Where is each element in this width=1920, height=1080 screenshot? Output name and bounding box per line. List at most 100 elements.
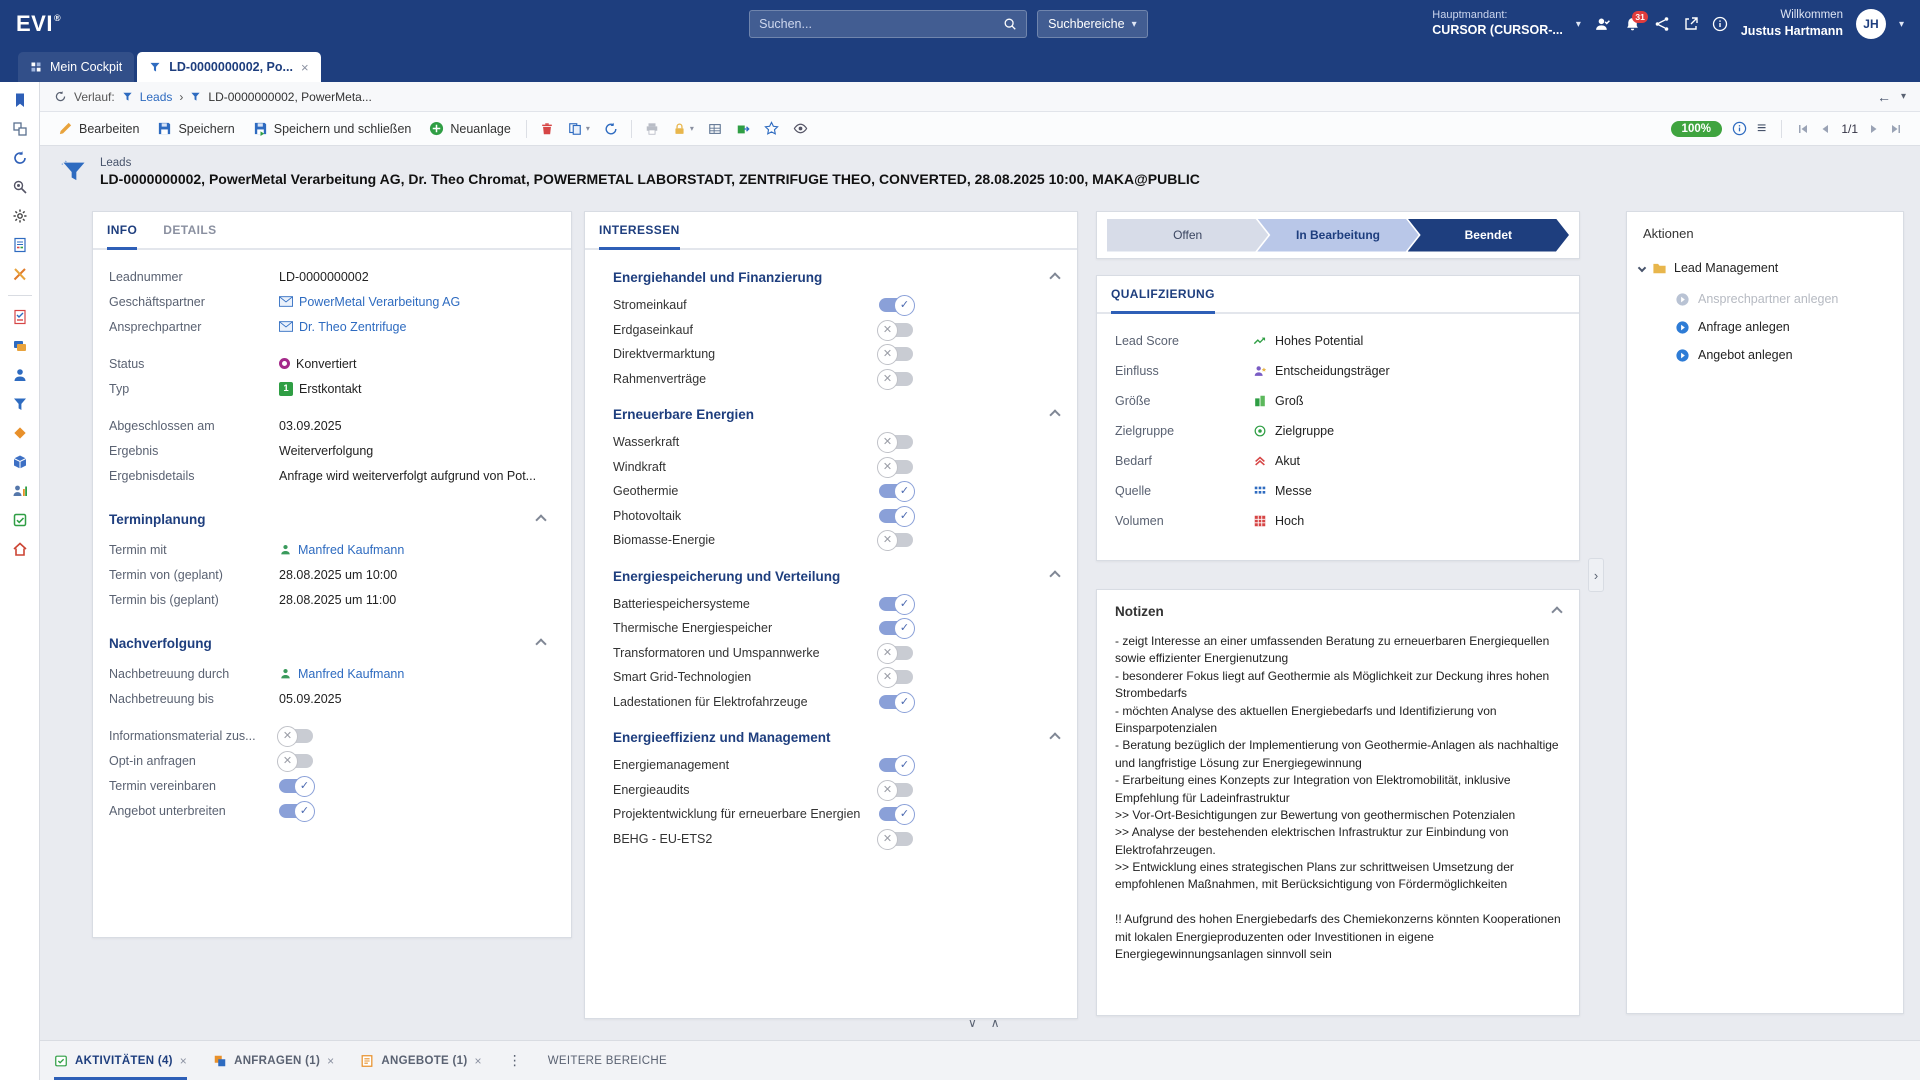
- bottom-tab-anfragen[interactable]: ANFRAGEN (1) ×: [213, 1041, 334, 1080]
- open-window-icon[interactable]: [1683, 16, 1699, 32]
- toggle-windkraft[interactable]: [879, 460, 913, 474]
- settings-gear-icon[interactable]: [12, 208, 28, 224]
- lock-button[interactable]: ▾: [667, 116, 700, 142]
- collapse-icon[interactable]: [1049, 732, 1060, 743]
- collapse-icon[interactable]: [535, 638, 546, 649]
- bottom-tab-angebote[interactable]: ANGEBOTE (1) ×: [360, 1041, 481, 1080]
- collapse-icon[interactable]: [1551, 606, 1562, 617]
- toggle-termin-vereinbaren[interactable]: [279, 779, 313, 793]
- menu-icon[interactable]: ≡: [1757, 120, 1766, 138]
- section-nachverfolgung[interactable]: Nachverfolgung: [109, 636, 553, 651]
- leads-funnel-icon[interactable]: [12, 396, 28, 412]
- toggle-transformatoren[interactable]: [879, 646, 913, 660]
- bookmark-icon[interactable]: [12, 92, 28, 108]
- section-energiehandel[interactable]: Energiehandel und Finanzierung: [613, 270, 1061, 285]
- panel-expander[interactable]: ›: [1588, 558, 1604, 592]
- step-offen[interactable]: Offen: [1107, 219, 1268, 252]
- client-selector[interactable]: Hauptmandant: CURSOR (CURSOR-...: [1432, 9, 1563, 38]
- tab-mein-cockpit[interactable]: Mein Cockpit: [18, 52, 134, 82]
- search-config-icon[interactable]: [12, 179, 28, 195]
- print-button[interactable]: [639, 116, 665, 142]
- collapse-icon[interactable]: [1049, 409, 1060, 420]
- close-icon[interactable]: ×: [327, 1054, 334, 1068]
- delete-button[interactable]: [534, 116, 560, 142]
- close-icon[interactable]: ×: [180, 1054, 187, 1068]
- toggle-erdgaseinkauf[interactable]: [879, 323, 913, 337]
- step-beendet[interactable]: Beendet: [1408, 219, 1569, 252]
- toggle-optin[interactable]: [279, 754, 313, 768]
- breadcrumb-leads[interactable]: Leads: [140, 90, 173, 104]
- info-icon[interactable]: [1712, 16, 1728, 32]
- last-page-icon[interactable]: [1890, 123, 1902, 135]
- toggle-rahmenvertraege[interactable]: [879, 372, 913, 386]
- edit-button[interactable]: Bearbeiten: [50, 116, 147, 142]
- contacts-icon[interactable]: [12, 338, 28, 354]
- avatar[interactable]: JH: [1856, 9, 1886, 39]
- history-sync-icon[interactable]: [12, 150, 28, 166]
- new-record-button[interactable]: Neuanlage: [421, 116, 518, 142]
- scroll-down-icon[interactable]: ∨: [968, 1016, 977, 1030]
- geschaeftspartner-link[interactable]: PowerMetal Verarbeitung AG: [299, 295, 460, 309]
- section-energiespeicherung[interactable]: Energiespeicherung und Verteilung: [613, 569, 1061, 584]
- scroll-up-icon[interactable]: ∧: [991, 1016, 1000, 1030]
- tools-icon[interactable]: [12, 266, 28, 282]
- info-icon[interactable]: [1732, 121, 1747, 136]
- tree-lead-management[interactable]: Lead Management: [1639, 255, 1891, 281]
- section-erneuerbare[interactable]: Erneuerbare Energien: [613, 407, 1061, 422]
- toggle-smart-grid[interactable]: [879, 670, 913, 684]
- search-areas-button[interactable]: Suchbereiche ▾: [1037, 10, 1147, 38]
- termin-mit-link[interactable]: Manfred Kaufmann: [298, 543, 404, 557]
- toggle-thermische-speicher[interactable]: [879, 621, 913, 635]
- global-search-box[interactable]: [749, 10, 1027, 38]
- history-icon[interactable]: [54, 90, 67, 103]
- toggle-energieaudits[interactable]: [879, 783, 913, 797]
- collapse-icon[interactable]: [1049, 272, 1060, 283]
- ansprechpartner-link[interactable]: Dr. Theo Zentrifuge: [299, 320, 406, 334]
- user-status-icon[interactable]: [1594, 16, 1611, 33]
- save-close-button[interactable]: Speichern und schließen: [245, 116, 420, 142]
- expand-corner-icon[interactable]: [1560, 215, 1571, 226]
- copy-button[interactable]: ▾: [562, 116, 596, 142]
- bell-icon[interactable]: 31: [1624, 16, 1641, 33]
- chevron-down-icon[interactable]: ▾: [1901, 91, 1906, 102]
- notizen-header[interactable]: Notizen: [1115, 604, 1561, 619]
- export-button[interactable]: [730, 116, 756, 142]
- chevron-down-icon[interactable]: ▾: [1576, 19, 1581, 30]
- nachbetreuung-link[interactable]: Manfred Kaufmann: [298, 667, 404, 681]
- home-alert-icon[interactable]: [12, 541, 28, 557]
- toggle-energiemanagement[interactable]: [879, 758, 913, 772]
- visibility-eye-icon[interactable]: [787, 116, 814, 142]
- lead-document-icon[interactable]: [12, 309, 28, 325]
- tab-qualifizierung[interactable]: QUALIFZIERUNG: [1111, 276, 1215, 314]
- tab-interessen[interactable]: INTERESSEN: [599, 212, 680, 250]
- collapse-icon[interactable]: [535, 514, 546, 525]
- toggle-wasserkraft[interactable]: [879, 435, 913, 449]
- close-icon[interactable]: ×: [301, 60, 309, 75]
- first-page-icon[interactable]: [1797, 123, 1809, 135]
- back-icon[interactable]: ←: [1877, 89, 1891, 105]
- chevron-down-icon[interactable]: ▾: [1899, 19, 1904, 30]
- step-in-bearbeitung[interactable]: In Bearbeitung: [1257, 219, 1418, 252]
- section-energieeffizienz[interactable]: Energieeffizienz und Management: [613, 730, 1061, 745]
- bottom-tab-aktivitaeten[interactable]: AKTIVITÄTEN (4) ×: [54, 1041, 187, 1080]
- customer-chart-icon[interactable]: [12, 483, 28, 499]
- toggle-batteriespeicher[interactable]: [879, 597, 913, 611]
- toggle-informationsmaterial[interactable]: [279, 729, 313, 743]
- search-icon[interactable]: [1003, 17, 1017, 31]
- action-angebot-anlegen[interactable]: Angebot anlegen: [1675, 341, 1891, 369]
- toggle-geothermie[interactable]: [879, 484, 913, 498]
- toggle-ladestationen[interactable]: [879, 695, 913, 709]
- favorite-star-icon[interactable]: [758, 116, 785, 142]
- chevron-down-icon[interactable]: [1638, 264, 1646, 272]
- more-tabs-icon[interactable]: ⋮: [508, 1052, 522, 1069]
- action-ansprechpartner-anlegen[interactable]: Ansprechpartner anlegen: [1675, 285, 1891, 313]
- table-view-button[interactable]: [702, 116, 728, 142]
- toggle-angebot-unterbreiten[interactable]: [279, 804, 313, 818]
- tab-info[interactable]: INFO: [107, 212, 137, 250]
- tasks-check-icon[interactable]: [12, 512, 28, 528]
- report-icon[interactable]: [12, 237, 28, 253]
- prev-page-icon[interactable]: [1819, 123, 1831, 135]
- products-box-icon[interactable]: [12, 454, 28, 470]
- toggle-photovoltaik[interactable]: [879, 509, 913, 523]
- opportunity-diamond-icon[interactable]: [12, 425, 28, 441]
